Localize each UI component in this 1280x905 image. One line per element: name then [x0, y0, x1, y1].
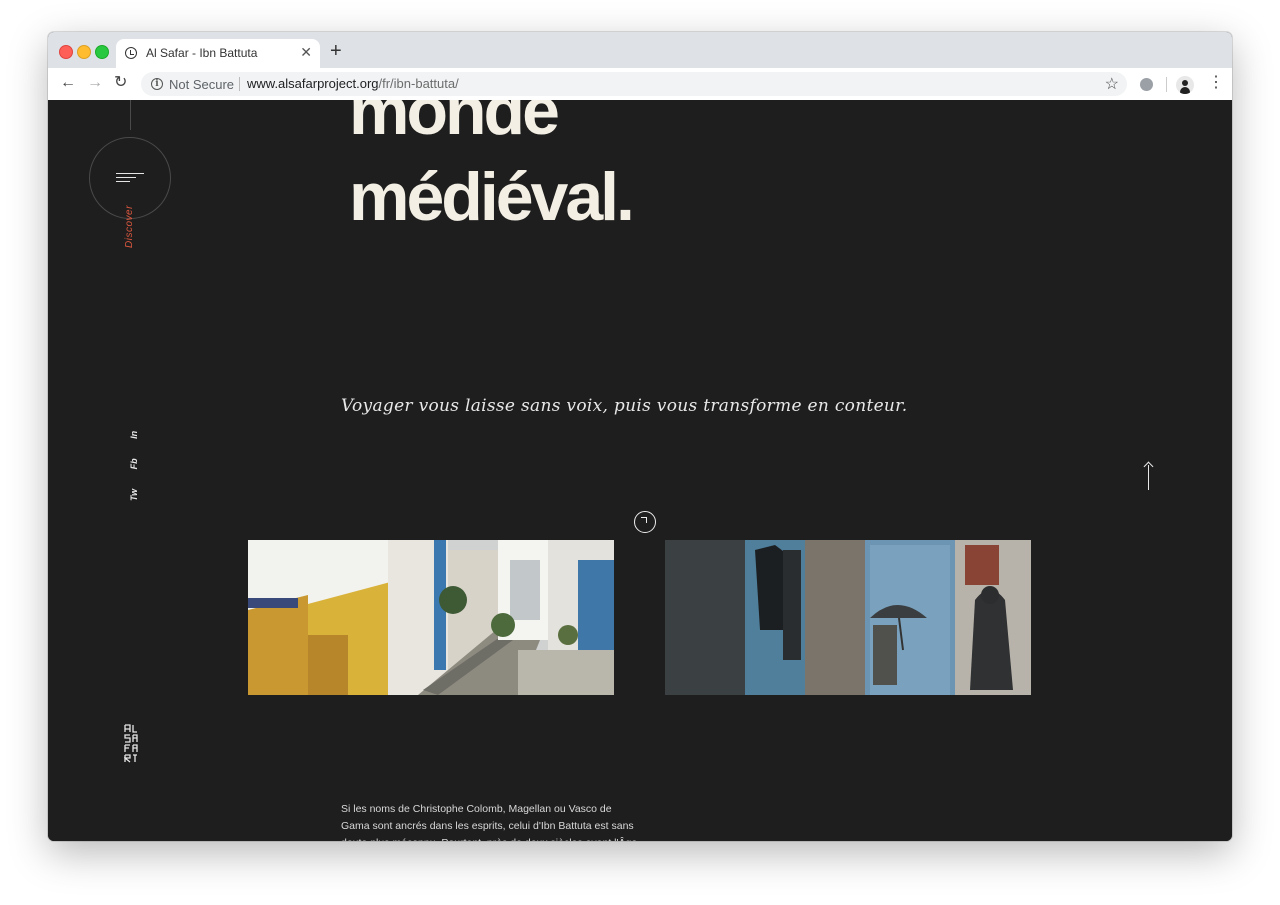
discover-link[interactable]: Discover — [124, 198, 140, 248]
doorway-figure-photo — [665, 540, 1031, 695]
headline-line-1: monde — [349, 100, 560, 149]
globe-icon[interactable] — [1140, 78, 1153, 91]
play-circle-icon[interactable] — [634, 511, 656, 533]
address-bar[interactable]: i Not Secure www.alsafarproject.org/fr/i… — [141, 72, 1127, 96]
tab-title: Al Safar - Ibn Battuta — [146, 46, 258, 60]
page-content: Discover monde médiéval. Tw Fb In Voyage… — [48, 100, 1232, 841]
url-text[interactable]: www.alsafarproject.org/fr/ibn-battuta/ — [247, 76, 459, 91]
clock-favicon-icon — [125, 47, 137, 59]
bookmark-star-icon[interactable]: ☆ — [1105, 74, 1119, 94]
intro-paragraph: Si les noms de Christophe Colomb, Magell… — [341, 801, 641, 841]
al-safar-logo[interactable] — [123, 724, 138, 764]
tab-active[interactable]: Al Safar - Ibn Battuta ✕ — [116, 39, 320, 68]
social-link-instagram[interactable]: In — [129, 431, 139, 439]
back-button[interactable]: ← — [60, 74, 76, 92]
browser-window: Al Safar - Ibn Battuta ✕ + ← → ↻ i Not S… — [48, 32, 1232, 841]
medina-alley-photo — [248, 540, 614, 695]
url-domain: www.alsafarproject.org — [247, 76, 379, 91]
arrow-up-icon[interactable] — [1142, 461, 1156, 492]
maximize-window-button[interactable] — [95, 45, 109, 59]
toolbar-divider — [1166, 77, 1167, 92]
url-path: /fr/ibn-battuta/ — [378, 76, 459, 91]
security-label[interactable]: Not Secure — [169, 77, 234, 92]
headline-line-2: médiéval. — [349, 159, 635, 235]
minimize-window-button[interactable] — [77, 45, 91, 59]
page-headline: monde médiéval. — [349, 100, 635, 240]
profile-avatar-icon[interactable] — [1176, 76, 1194, 94]
tab-strip: Al Safar - Ibn Battuta ✕ + — [48, 32, 1232, 68]
reload-button[interactable]: ↻ — [114, 74, 127, 92]
social-link-facebook[interactable]: Fb — [129, 458, 139, 469]
social-link-twitter[interactable]: Tw — [129, 489, 139, 501]
new-tab-button[interactable]: + — [330, 41, 342, 61]
browser-menu-icon[interactable]: ⋮ — [1208, 75, 1224, 91]
intro-paragraph-text: Si les noms de Christophe Colomb, Magell… — [341, 803, 637, 841]
hamburger-icon — [116, 173, 146, 183]
tab-close-icon[interactable]: ✕ — [300, 45, 312, 59]
browser-toolbar: ← → ↻ i Not Secure www.alsafarproject.or… — [48, 68, 1232, 101]
close-window-button[interactable] — [59, 45, 73, 59]
social-links: Tw Fb In — [124, 431, 142, 501]
forward-button[interactable]: → — [87, 74, 103, 92]
url-divider — [239, 77, 240, 91]
script-quote: Voyager vous laisse sans voix, puis vous… — [341, 396, 908, 416]
info-icon[interactable]: i — [151, 78, 163, 90]
menu-guide-line — [130, 100, 131, 130]
